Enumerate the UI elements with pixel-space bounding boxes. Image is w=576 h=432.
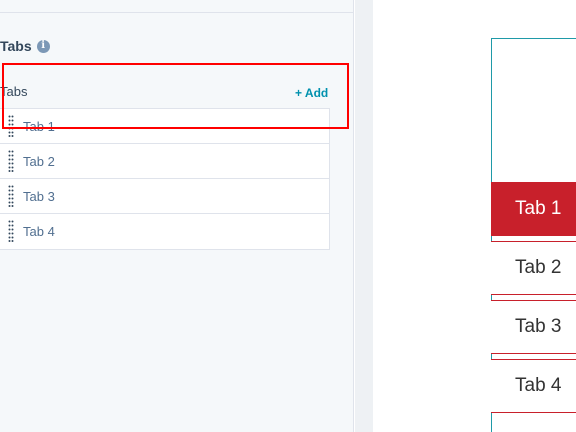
preview-tab-label: Tab 3 xyxy=(515,316,562,337)
tabs-list-label: Tabs xyxy=(0,84,28,99)
preview-tab-3[interactable]: Tab 3 xyxy=(491,300,576,354)
add-tab-button[interactable]: + Add xyxy=(295,86,328,100)
drag-handle-icon[interactable] xyxy=(8,185,14,207)
tab-list-item[interactable]: Tab 1 xyxy=(0,109,329,144)
section-title: Tabs xyxy=(0,38,32,54)
preview-tab-label: Tab 2 xyxy=(515,257,562,278)
tab-list-item[interactable]: Tab 2 xyxy=(0,144,329,179)
tab-list-item[interactable]: Tab 3 xyxy=(0,179,329,214)
panel-divider xyxy=(0,12,353,13)
info-icon[interactable]: i xyxy=(36,39,50,53)
preview-tab-label: Tab 4 xyxy=(515,375,562,396)
tab-list-item[interactable]: Tab 4 xyxy=(0,214,329,249)
drag-handle-icon[interactable] xyxy=(8,150,14,172)
section-header: Tabs i xyxy=(0,37,50,55)
tab-list: Tab 1 Tab 2 Tab 3 Tab 4 xyxy=(0,108,330,250)
tab-list-item-label: Tab 3 xyxy=(23,188,55,204)
drag-handle-icon[interactable] xyxy=(8,115,14,137)
tab-list-item-label: Tab 4 xyxy=(23,224,55,239)
preview-tab-2[interactable]: Tab 2 xyxy=(491,241,576,295)
preview-tab-4[interactable]: Tab 4 xyxy=(491,359,576,413)
tab-list-item-label: Tab 1 xyxy=(23,118,55,134)
settings-panel: Tabs i Tabs + Add Tab 1 Tab 2 Tab 3 Tab … xyxy=(0,0,354,432)
panel-gutter xyxy=(355,0,373,432)
tab-list-item-label: Tab 2 xyxy=(23,153,55,169)
drag-handle-icon[interactable] xyxy=(8,220,14,242)
preview-tab-1[interactable]: Tab 1 xyxy=(491,182,576,236)
preview-tab-label: Tab 1 xyxy=(515,198,562,219)
